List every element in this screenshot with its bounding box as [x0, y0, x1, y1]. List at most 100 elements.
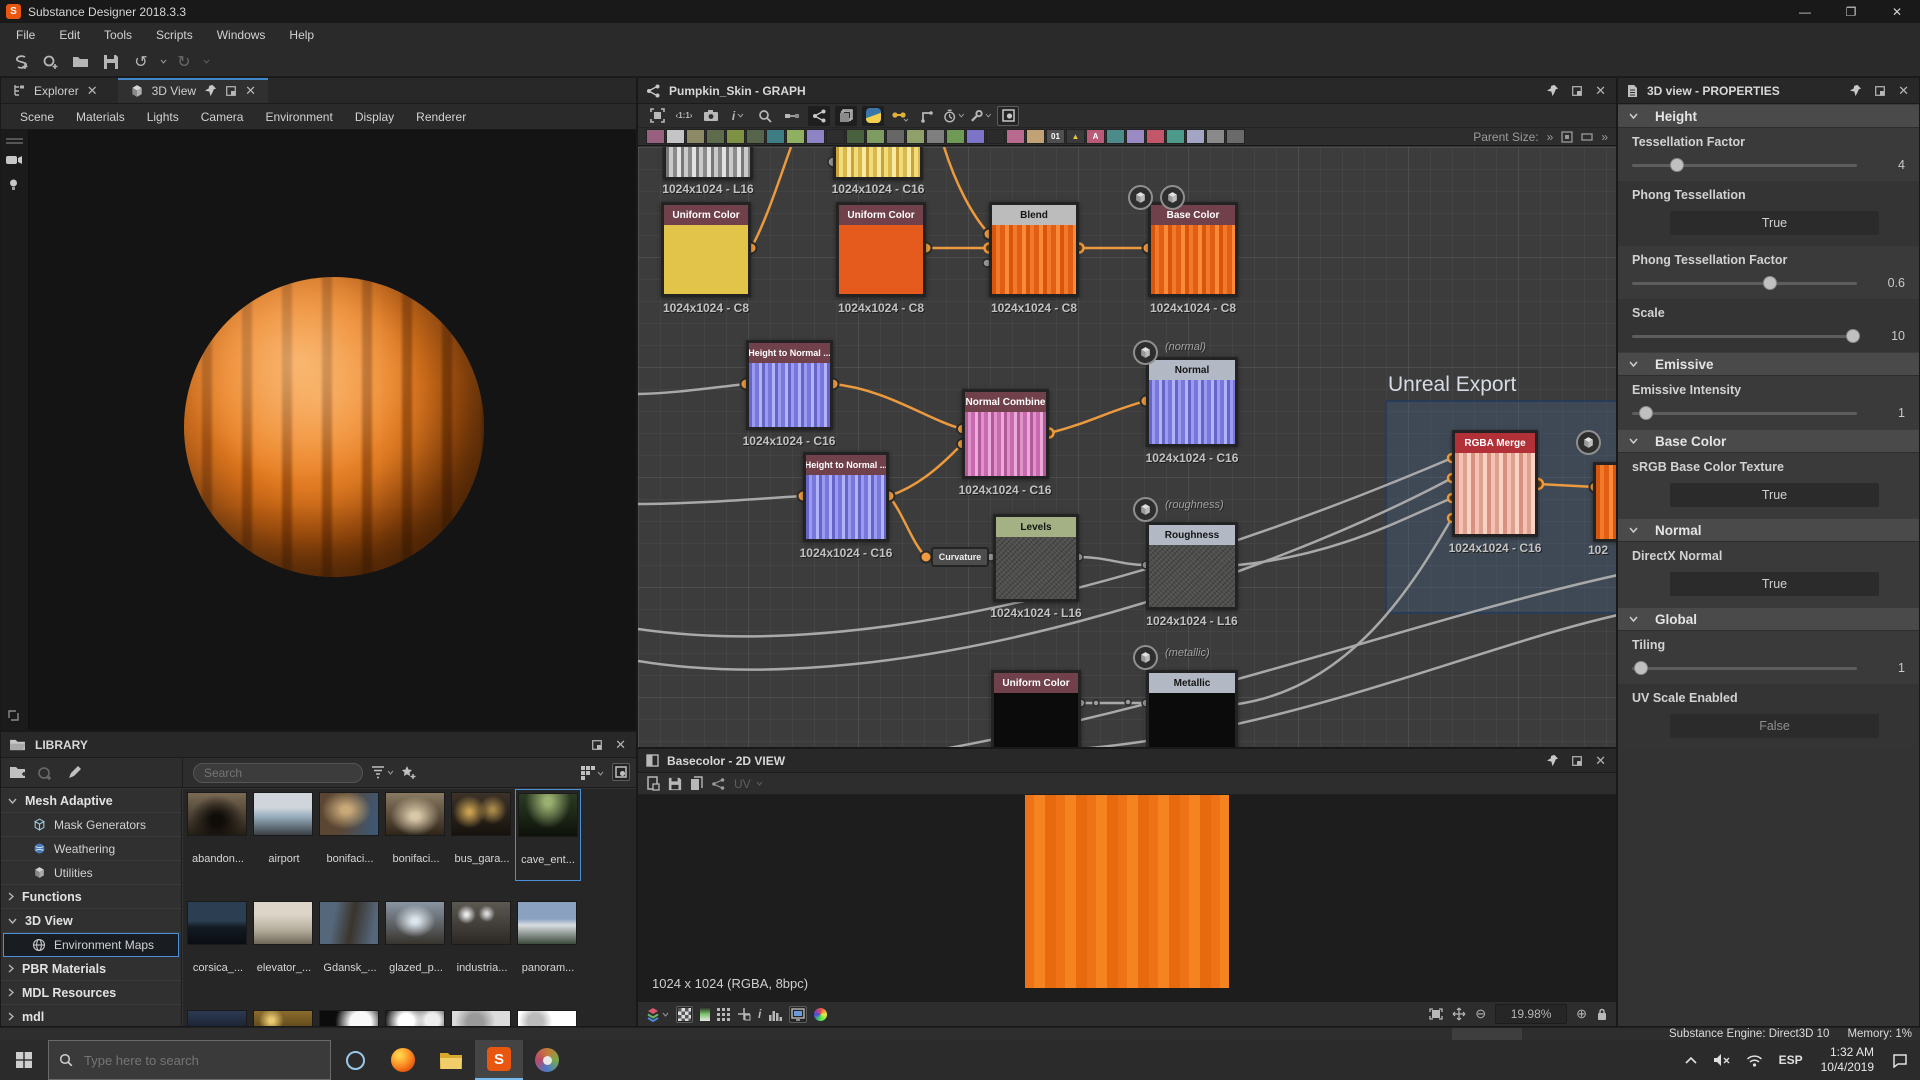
thumb-elevator[interactable]: elevator_...: [251, 898, 317, 990]
palette-node-icon[interactable]: [1166, 129, 1185, 144]
node-partial-right[interactable]: [1593, 462, 1616, 542]
size-icon-1[interactable]: [1561, 131, 1573, 143]
new-substance-icon[interactable]: [8, 50, 34, 74]
menu-display[interactable]: Display: [344, 110, 405, 124]
tree-item-mask-generators[interactable]: Mask Generators: [1, 813, 181, 837]
image-info-icon[interactable]: i: [758, 1007, 761, 1021]
palette-node-icon[interactable]: [886, 129, 905, 144]
uv-dropdown[interactable]: UV: [734, 777, 763, 791]
timer-icon[interactable]: [943, 106, 965, 126]
section-base-color[interactable]: Base Color: [1618, 429, 1919, 453]
volume-muted-icon[interactable]: [1705, 1040, 1738, 1080]
detail-view-icon[interactable]: [612, 763, 630, 781]
new-package-icon[interactable]: [37, 765, 53, 781]
open-icon[interactable]: [68, 50, 94, 74]
tree-item-pbr-materials[interactable]: PBR Materials: [1, 957, 181, 981]
pumpkin-3d-model[interactable]: [184, 277, 484, 577]
layers-icon[interactable]: [835, 106, 857, 126]
node-rgba-merge[interactable]: RGBA Merge: [1452, 430, 1538, 537]
node-height-to-normal-1[interactable]: Height to Normal ...: [746, 340, 833, 430]
emissive-intensity-slider[interactable]: [1632, 412, 1857, 415]
node-roughness-output[interactable]: Roughness: [1146, 522, 1238, 610]
thumb-glazed-patio[interactable]: glazed_p...: [383, 898, 449, 990]
phong-tessellation-toggle[interactable]: True: [1670, 211, 1879, 235]
thumb-bonifacio-1[interactable]: bonifaci...: [317, 789, 383, 881]
redo-dropdown-icon[interactable]: [201, 59, 210, 64]
python-icon[interactable]: [862, 106, 884, 126]
tree-item-weathering[interactable]: Weathering: [1, 837, 181, 861]
palette-node-icon[interactable]: [646, 129, 665, 144]
gradient-icon[interactable]: [700, 1007, 710, 1021]
expand-chevrons[interactable]: »: [1547, 130, 1554, 144]
thumb-partial-6[interactable]: [515, 1007, 581, 1026]
palette-node-icon[interactable]: 01: [1046, 129, 1065, 144]
palette-node-icon[interactable]: [1206, 129, 1225, 144]
palette-node-icon[interactable]: [1006, 129, 1025, 144]
2d-pin-icon[interactable]: [1546, 754, 1559, 767]
palette-node-icon[interactable]: [746, 129, 765, 144]
node-levels[interactable]: Levels: [993, 514, 1079, 602]
zoom-out-button[interactable]: ⊖: [1475, 1006, 1486, 1022]
thumb-partial-5[interactable]: [449, 1007, 515, 1026]
undo-icon[interactable]: ↺: [128, 50, 154, 74]
palette-node-icon[interactable]: [726, 129, 745, 144]
node-curvature[interactable]: Curvature: [931, 547, 989, 567]
start-button[interactable]: [0, 1040, 48, 1080]
node-uniform-color-yellow[interactable]: Uniform Color: [661, 202, 751, 297]
actual-size-icon[interactable]: ‹1:1›: [673, 106, 695, 126]
save-icon[interactable]: [98, 50, 124, 74]
props-pin-icon[interactable]: [1849, 84, 1862, 97]
tab-3d-view[interactable]: 3D View ✕: [118, 78, 268, 103]
section-normal[interactable]: Normal: [1618, 518, 1919, 542]
link-nodes-icon[interactable]: [781, 106, 803, 126]
menu-environment[interactable]: Environment: [254, 110, 343, 124]
close-button[interactable]: ✕: [1874, 0, 1920, 23]
new-folder-icon[interactable]: [9, 765, 27, 780]
histogram-icon[interactable]: [768, 1008, 782, 1021]
library-search-input[interactable]: [193, 763, 363, 783]
palette-node-icon[interactable]: [906, 129, 925, 144]
graph-canvas[interactable]: Unreal Export: [638, 147, 1616, 747]
2d-view-canvas[interactable]: 1024 x 1024 (RGBA, 8bpc): [638, 795, 1616, 1001]
thumb-panorama[interactable]: panoram...: [515, 898, 581, 990]
minimize-button[interactable]: —: [1782, 0, 1828, 23]
zoom-in-button[interactable]: ⊕: [1576, 1006, 1587, 1022]
zoom-level[interactable]: 19.98%: [1495, 1004, 1567, 1024]
palette-node-icon[interactable]: [1126, 129, 1145, 144]
output-cube-icon[interactable]: [1133, 340, 1158, 365]
size-icon-2[interactable]: [1581, 131, 1593, 143]
output-cube-icon[interactable]: [1128, 185, 1153, 210]
thumb-partial-4[interactable]: [383, 1007, 449, 1026]
search-icon[interactable]: [754, 106, 776, 126]
menu-file[interactable]: File: [4, 23, 47, 47]
3d-viewport[interactable]: [1, 130, 636, 730]
node-grayscale-input[interactable]: [663, 147, 753, 180]
tab-explorer[interactable]: Explorer ✕: [1, 78, 110, 103]
pan-icon[interactable]: [1452, 1007, 1466, 1021]
node-metallic-output[interactable]: Metallic: [1146, 670, 1238, 747]
section-height[interactable]: Height: [1618, 104, 1919, 128]
output-cube-icon[interactable]: [1576, 430, 1601, 455]
menu-materials[interactable]: Materials: [65, 110, 136, 124]
thumb-bus-garage[interactable]: bus_gara...: [449, 789, 515, 881]
node-normal-output[interactable]: Normal: [1146, 357, 1238, 447]
taskbar-search[interactable]: [48, 1040, 331, 1080]
thumb-corsica[interactable]: corsica_...: [185, 898, 251, 990]
graph-close-icon[interactable]: ✕: [1595, 83, 1606, 99]
tab-3d-view-close-icon[interactable]: ✕: [245, 83, 256, 99]
palette-node-icon[interactable]: [846, 129, 865, 144]
output-cube-icon[interactable]: [1160, 185, 1185, 210]
palette-node-icon[interactable]: [786, 129, 805, 144]
lock-zoom-icon[interactable]: [1596, 1007, 1608, 1021]
node-normal-combine[interactable]: Normal Combine: [962, 389, 1049, 479]
props-close-icon[interactable]: ✕: [1898, 83, 1909, 99]
palette-node-icon[interactable]: [826, 129, 845, 144]
palette-node-icon[interactable]: [1226, 129, 1245, 144]
maximize-button[interactable]: ❐: [1828, 0, 1874, 23]
palette-node-icon[interactable]: [866, 129, 885, 144]
menu-lights[interactable]: Lights: [136, 110, 190, 124]
fit-frame-icon[interactable]: [1429, 1008, 1443, 1020]
section-global[interactable]: Global: [1618, 607, 1919, 631]
new-graph-icon[interactable]: [38, 50, 64, 74]
more-chevrons[interactable]: »: [1601, 130, 1608, 144]
